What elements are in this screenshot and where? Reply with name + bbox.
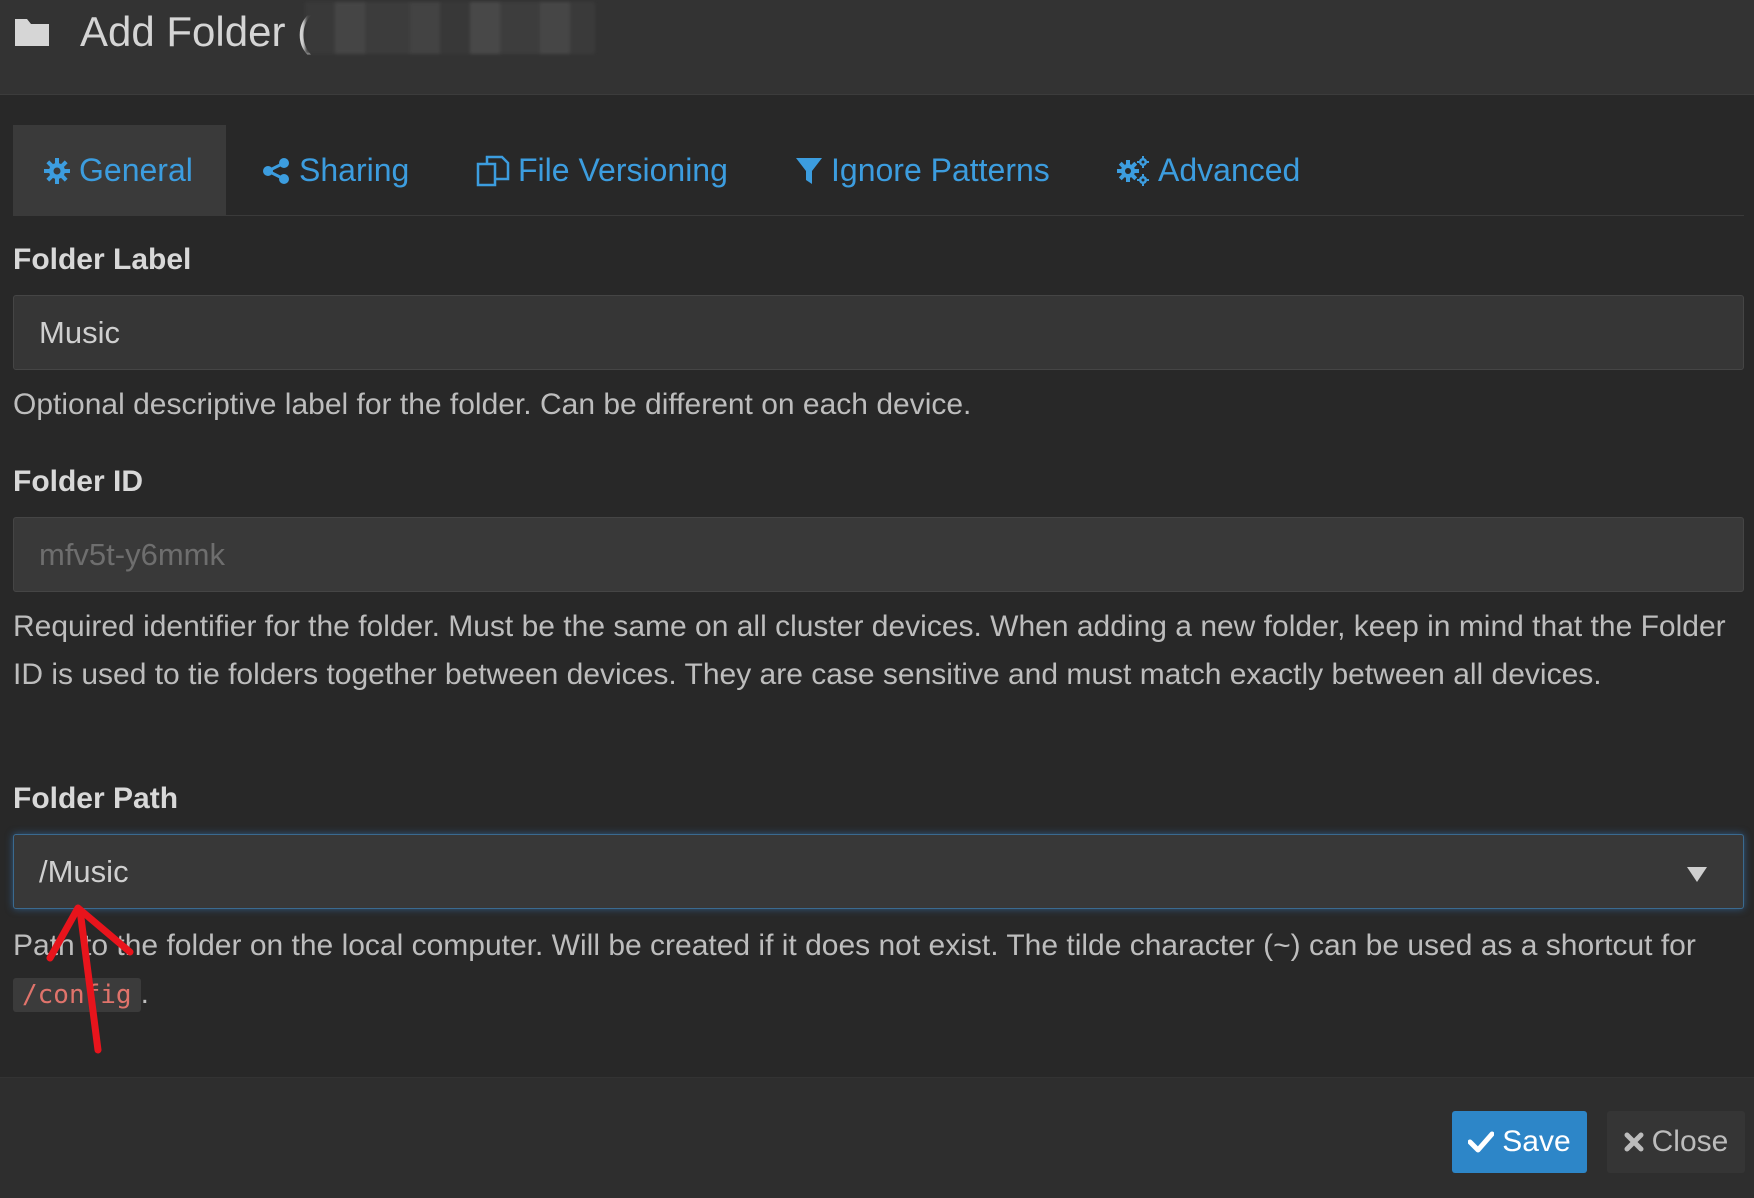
folder-id-heading: Folder ID — [13, 465, 144, 498]
save-button-label: Save — [1502, 1125, 1571, 1158]
tab-general-label: General — [79, 152, 193, 188]
close-button[interactable]: Close — [1607, 1111, 1745, 1173]
folder-id-input[interactable]: mfv5t-y6mmk — [13, 517, 1744, 592]
save-button[interactable]: Save — [1452, 1111, 1587, 1173]
modal-title: Add Folder ( — [80, 8, 312, 55]
folder-icon — [15, 19, 49, 46]
folder-id-placeholder: mfv5t-y6mmk — [39, 536, 225, 572]
folder-path-help: Path to the folder on the local computer… — [13, 922, 1744, 1019]
folder-label-help: Optional descriptive label for the folde… — [13, 388, 972, 421]
folder-path-help-text: Path to the folder on the local computer… — [13, 929, 1696, 962]
close-button-label: Close — [1651, 1125, 1729, 1158]
tab-sharing[interactable]: Sharing — [261, 125, 409, 216]
config-path-code: /config — [13, 978, 141, 1012]
close-icon — [1624, 1132, 1644, 1152]
tab-ignore-patterns[interactable]: Ignore Patterns — [795, 125, 1050, 216]
tab-file-versioning[interactable]: File Versioning — [476, 125, 728, 216]
folder-label-heading: Folder Label — [13, 243, 192, 276]
folder-label-value: Music — [39, 314, 120, 350]
modal-header: Add Folder ( — [0, 0, 1754, 95]
folder-label-input[interactable]: Music — [13, 295, 1744, 370]
tab-advanced[interactable]: Advanced — [1116, 125, 1300, 216]
tab-bar: General Sharing File Versioning Ignore P… — [13, 125, 1744, 216]
filter-icon — [796, 157, 822, 184]
gear-icon — [44, 157, 70, 184]
caret-down-icon[interactable] — [1686, 865, 1708, 883]
tab-general[interactable]: General — [13, 125, 226, 216]
tab-file-versioning-label: File Versioning — [518, 152, 728, 188]
modal-footer: Save Close — [0, 1077, 1754, 1198]
folder-path-value: /Music — [39, 853, 129, 889]
redacted-device-name — [305, 2, 595, 54]
tab-advanced-label: Advanced — [1158, 152, 1301, 188]
tab-ignore-patterns-label: Ignore Patterns — [831, 152, 1050, 188]
folder-path-help-end: . — [140, 977, 149, 1010]
share-icon — [263, 157, 289, 184]
folder-path-combobox[interactable]: /Music — [13, 834, 1744, 909]
folder-id-help: Required identifier for the folder. Must… — [13, 610, 1726, 691]
gears-icon — [1117, 155, 1149, 186]
copy-icon — [476, 155, 510, 186]
tab-sharing-label: Sharing — [299, 152, 410, 188]
folder-path-heading: Folder Path — [13, 782, 179, 815]
check-icon — [1468, 1131, 1495, 1153]
